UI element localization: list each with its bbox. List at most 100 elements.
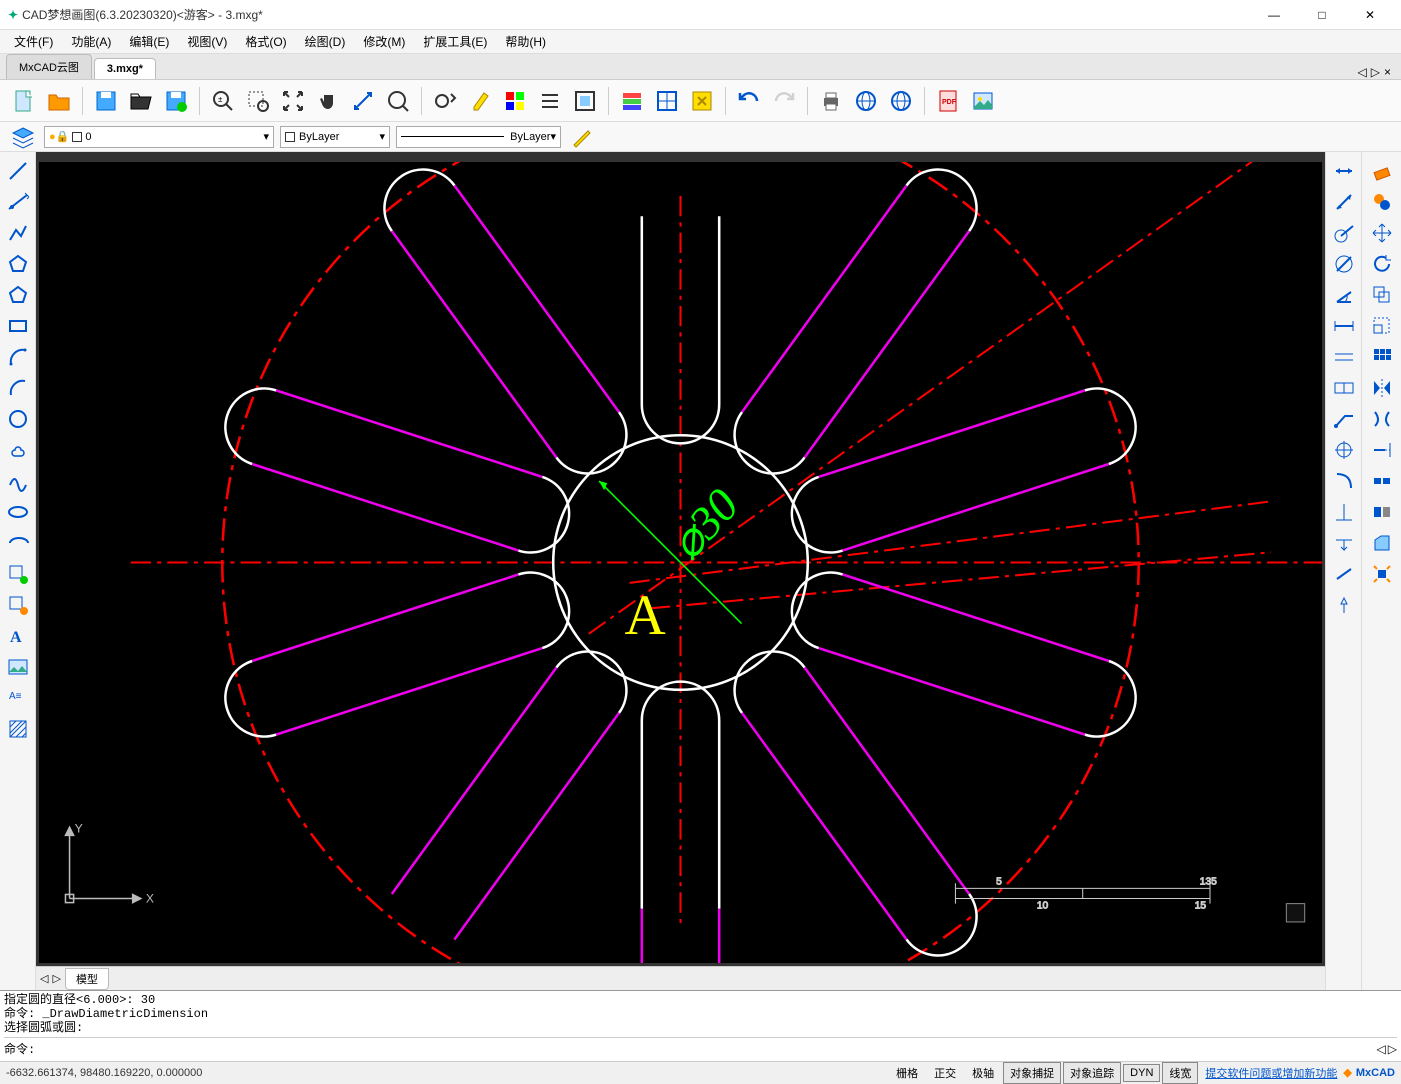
- tabnav-next-icon[interactable]: ▷: [1371, 65, 1380, 79]
- dim-continue-button[interactable]: [1329, 342, 1359, 372]
- close-button[interactable]: ✕: [1347, 1, 1393, 29]
- dim-style-button[interactable]: [1329, 590, 1359, 620]
- chamfer-button[interactable]: [1367, 528, 1397, 558]
- revcloud-button[interactable]: [3, 435, 33, 465]
- centermark-button[interactable]: [1329, 435, 1359, 465]
- undo-button[interactable]: [733, 85, 765, 117]
- layer-combo[interactable]: ●🔒 0 ▾: [44, 126, 274, 148]
- menu-format[interactable]: 格式(O): [237, 30, 294, 53]
- highlight-button[interactable]: [464, 85, 496, 117]
- ellipse-button[interactable]: [3, 497, 33, 527]
- zoom-extents-button[interactable]: [277, 85, 309, 117]
- web-button[interactable]: [850, 85, 882, 117]
- dim-diameter-button[interactable]: [1329, 249, 1359, 279]
- scale-button[interactable]: [1367, 311, 1397, 341]
- dim-linear-button[interactable]: [1329, 156, 1359, 186]
- open-file-button[interactable]: [43, 85, 75, 117]
- otrack-toggle[interactable]: 对象追踪: [1063, 1062, 1121, 1084]
- cmd-scroll-left-icon[interactable]: ◁: [1377, 1042, 1386, 1057]
- tolerance-button[interactable]: [1329, 373, 1359, 403]
- menu-ext[interactable]: 扩展工具(E): [415, 30, 495, 53]
- zoom-lens-button[interactable]: [382, 85, 414, 117]
- menu-help[interactable]: 帮助(H): [497, 30, 554, 53]
- ellipse-arc-button[interactable]: [3, 528, 33, 558]
- dim-oblique-button[interactable]: [1329, 559, 1359, 589]
- command-history[interactable]: 指定圆的直径<6.000>: 30 命令: _DrawDiametricDime…: [4, 993, 1397, 1037]
- web2-button[interactable]: [885, 85, 917, 117]
- image-export-button[interactable]: [967, 85, 999, 117]
- line-button[interactable]: [3, 156, 33, 186]
- menu-edit[interactable]: 编辑(E): [121, 30, 177, 53]
- mtext-button[interactable]: A≡: [3, 683, 33, 713]
- tabnav-prev-icon[interactable]: ◁: [1358, 65, 1367, 79]
- menu-file[interactable]: 文件(F): [6, 30, 61, 53]
- spline-button[interactable]: [3, 466, 33, 496]
- list-button[interactable]: [534, 85, 566, 117]
- drawing-canvas[interactable]: ⌀30 A Y X 5 135 10 15: [36, 152, 1325, 966]
- dim-radius-button[interactable]: [1329, 218, 1359, 248]
- menu-modify[interactable]: 修改(M): [355, 30, 413, 53]
- print-button[interactable]: [815, 85, 847, 117]
- brand-logo[interactable]: ◆MxCAD: [1343, 1066, 1395, 1079]
- copy-button[interactable]: [1367, 187, 1397, 217]
- linetype-combo[interactable]: ByLayer▾: [396, 126, 561, 148]
- move-button[interactable]: [1367, 218, 1397, 248]
- layer-manager-button[interactable]: [8, 124, 38, 150]
- arc3p-button[interactable]: [3, 373, 33, 403]
- feedback-link[interactable]: 提交软件问题或增加新功能: [1205, 1065, 1337, 1081]
- polyline-button[interactable]: [3, 218, 33, 248]
- pan-button[interactable]: [312, 85, 344, 117]
- layers-button[interactable]: [616, 85, 648, 117]
- dim-aligned-button[interactable]: [1329, 187, 1359, 217]
- pdf-export-button[interactable]: PDF: [932, 85, 964, 117]
- menu-func[interactable]: 功能(A): [63, 30, 119, 53]
- ortho-toggle[interactable]: 正交: [927, 1062, 963, 1084]
- screenshot-button[interactable]: [569, 85, 601, 117]
- array-button[interactable]: [1367, 342, 1397, 372]
- rotate-button[interactable]: [1367, 249, 1397, 279]
- dim-arc-button[interactable]: [1329, 466, 1359, 496]
- text-button[interactable]: A: [3, 621, 33, 651]
- redo-button[interactable]: [768, 85, 800, 117]
- polygon2-button[interactable]: [3, 280, 33, 310]
- tab-cloud[interactable]: MxCAD云图: [6, 54, 92, 79]
- dyn-toggle[interactable]: DYN: [1123, 1064, 1160, 1082]
- dim-angular-button[interactable]: [1329, 280, 1359, 310]
- tab-doc-3mxg[interactable]: 3.mxg*: [94, 58, 156, 79]
- explode-button[interactable]: [1367, 559, 1397, 589]
- zoom-window-button[interactable]: [242, 85, 274, 117]
- erase-button[interactable]: [1367, 156, 1397, 186]
- image-button[interactable]: [3, 652, 33, 682]
- block-edit-button[interactable]: [686, 85, 718, 117]
- lineweight-toggle[interactable]: 线宽: [1162, 1062, 1198, 1084]
- pen-button[interactable]: [567, 124, 597, 150]
- fillet-button[interactable]: [1367, 497, 1397, 527]
- arc-button[interactable]: [3, 342, 33, 372]
- rectangle-button[interactable]: [3, 311, 33, 341]
- grid-toggle[interactable]: 栅格: [889, 1062, 925, 1084]
- open-folder-button[interactable]: [125, 85, 157, 117]
- make-block-button[interactable]: [3, 590, 33, 620]
- block-button[interactable]: [651, 85, 683, 117]
- polar-toggle[interactable]: 极轴: [965, 1062, 1001, 1084]
- layout-prev-icon[interactable]: ◁: [40, 972, 48, 985]
- maximize-button[interactable]: □: [1299, 1, 1345, 29]
- trim-button[interactable]: [1367, 404, 1397, 434]
- zoom-scale-button[interactable]: [429, 85, 461, 117]
- circle-button[interactable]: [3, 404, 33, 434]
- insert-block-button[interactable]: [3, 559, 33, 589]
- break-button[interactable]: [1367, 466, 1397, 496]
- save-button[interactable]: [90, 85, 122, 117]
- model-tab[interactable]: 模型: [65, 968, 109, 990]
- leader-button[interactable]: [1329, 404, 1359, 434]
- saveas-button[interactable]: [160, 85, 192, 117]
- mirror-button[interactable]: [1367, 373, 1397, 403]
- zoom-prev-button[interactable]: [347, 85, 379, 117]
- osnap-toggle[interactable]: 对象捕捉: [1003, 1062, 1061, 1084]
- cmd-scroll-right-icon[interactable]: ▷: [1388, 1042, 1397, 1057]
- minimize-button[interactable]: —: [1251, 1, 1297, 29]
- zoom-realtime-button[interactable]: ±: [207, 85, 239, 117]
- dim-edit-button[interactable]: [1329, 528, 1359, 558]
- offset-button[interactable]: [1367, 280, 1397, 310]
- dim-ordinate-button[interactable]: [1329, 497, 1359, 527]
